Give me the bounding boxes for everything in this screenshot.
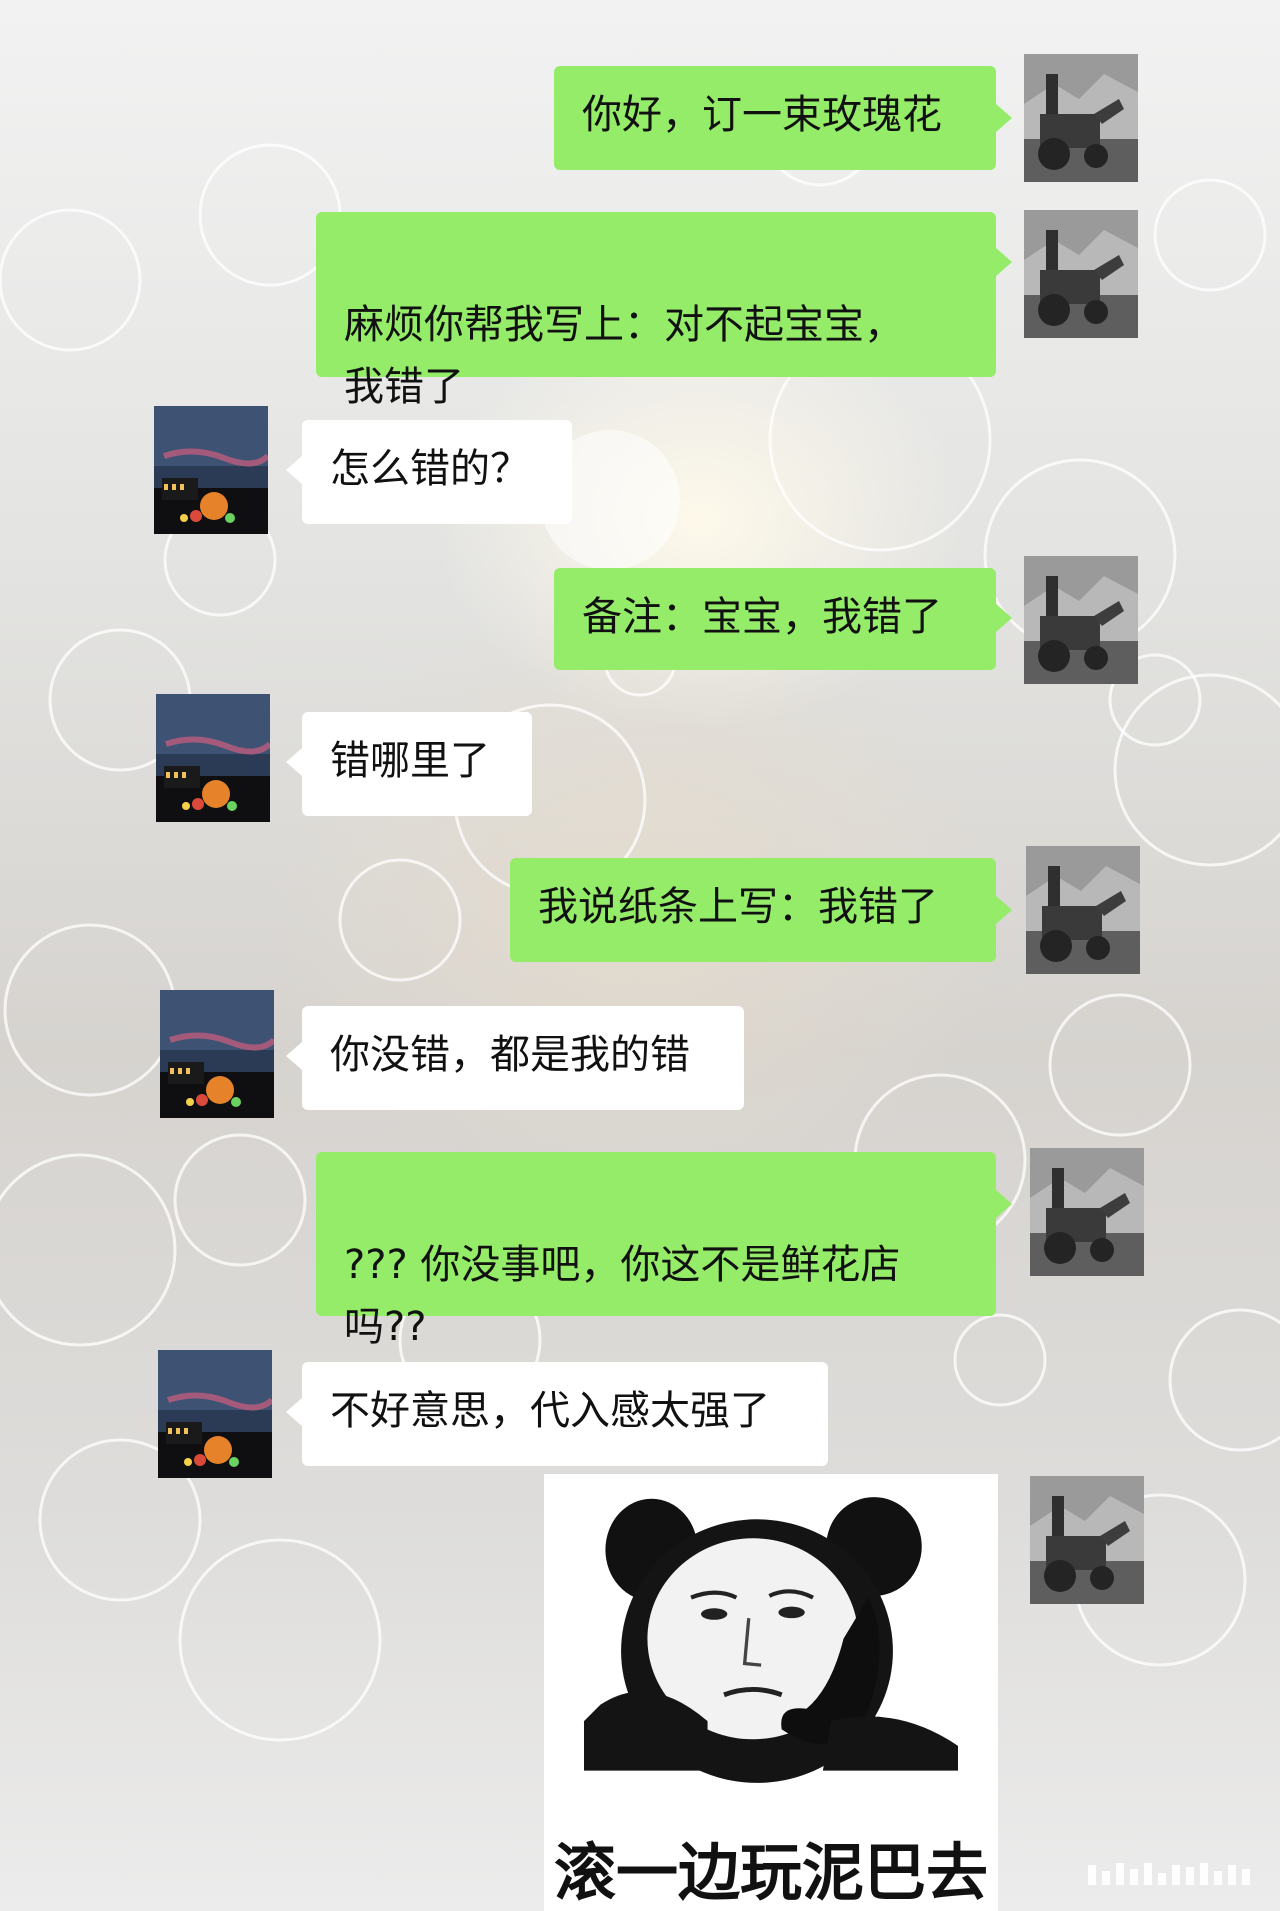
message-bubble[interactable]: ??? 你没事吧，你这不是鲜花店 吗??	[316, 1152, 996, 1350]
tractor-photo-avatar-icon	[1030, 1148, 1144, 1276]
bubble-tail	[996, 1190, 1012, 1218]
avatar-shop[interactable]	[158, 1350, 272, 1478]
panda-meme-icon	[583, 1474, 959, 1783]
avatar-self[interactable]	[1024, 54, 1138, 182]
avatar-shop[interactable]	[156, 694, 270, 822]
tractor-photo-avatar-icon	[1024, 556, 1138, 684]
message-bubble[interactable]: 你好，订一束玫瑰花	[554, 66, 996, 170]
tractor-photo-avatar-icon	[1030, 1476, 1144, 1604]
message-bubble[interactable]: 不好意思，代入感太强了	[302, 1362, 828, 1466]
avatar-shop[interactable]	[160, 990, 274, 1118]
message-text: 不好意思，代入感太强了	[330, 1388, 770, 1434]
message-bubble[interactable]: 你没错，都是我的错	[302, 1006, 744, 1110]
message-text: 我说纸条上写：我错了	[538, 884, 938, 930]
night-scene-avatar-icon	[156, 694, 270, 822]
night-scene-avatar-icon	[154, 406, 268, 534]
bubble-tail	[996, 248, 1012, 276]
watermark-bars	[1088, 1859, 1250, 1885]
avatar-self[interactable]	[1024, 210, 1138, 338]
panda-meme-sticker[interactable]: 滚一边玩泥巴去	[544, 1474, 998, 1911]
bubble-tail	[286, 456, 302, 484]
message-bubble[interactable]: 错哪里了	[302, 712, 532, 816]
avatar-self[interactable]	[1030, 1148, 1144, 1276]
night-scene-avatar-icon	[160, 990, 274, 1118]
avatar-shop[interactable]	[154, 406, 268, 534]
bubble-tail	[286, 1398, 302, 1426]
tractor-photo-avatar-icon	[1024, 210, 1138, 338]
bubble-tail	[996, 104, 1012, 132]
bubble-tail	[996, 604, 1012, 632]
avatar-self[interactable]	[1030, 1476, 1144, 1604]
night-scene-avatar-icon	[158, 1350, 272, 1478]
avatar-self[interactable]	[1026, 846, 1140, 974]
message-bubble[interactable]: 备注：宝宝，我错了	[554, 568, 996, 670]
tractor-photo-avatar-icon	[1026, 846, 1140, 974]
message-bubble[interactable]: 我说纸条上写：我错了	[510, 858, 996, 962]
message-text: 怎么错的？	[330, 446, 530, 492]
message-text: 你没错，都是我的错	[330, 1032, 690, 1078]
message-text: 你好，订一束玫瑰花	[582, 92, 942, 138]
message-bubble[interactable]: 麻烦你帮我写上：对不起宝宝， 我错了	[316, 212, 996, 410]
bubble-tail	[286, 1042, 302, 1070]
sticker-caption: 滚一边玩泥巴去	[553, 1836, 988, 1909]
bubble-tail	[996, 896, 1012, 924]
message-text: 备注：宝宝，我错了	[582, 594, 942, 640]
message-bubble[interactable]: 怎么错的？	[302, 420, 572, 524]
avatar-self[interactable]	[1024, 556, 1138, 684]
tractor-photo-avatar-icon	[1024, 54, 1138, 182]
message-text: 错哪里了	[330, 738, 490, 784]
bubble-tail	[286, 748, 302, 776]
